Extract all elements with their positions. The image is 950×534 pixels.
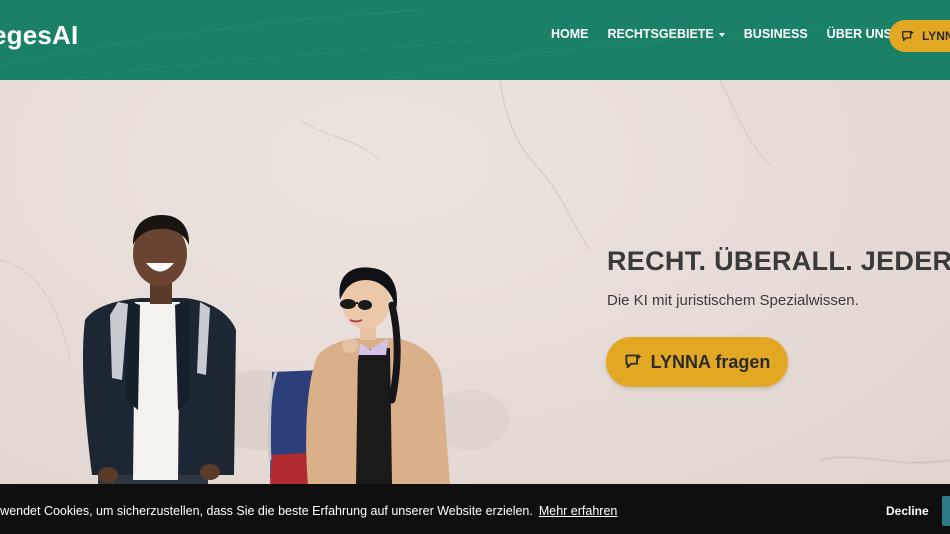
hero-subline: Die KI mit juristischem Spezialwissen.: [607, 292, 859, 309]
cookie-learn-more-link[interactable]: Mehr erfahren: [539, 504, 618, 518]
site-logo[interactable]: egesAI: [0, 20, 78, 51]
nav-rechtsgebiete[interactable]: RECHTSGEBIETE: [608, 27, 725, 41]
cookie-banner: rwendet Cookies, um sicherzustellen, das…: [0, 484, 950, 534]
hero-photo: [0, 80, 950, 484]
nav-rechtsgebiete-label: RECHTSGEBIETE: [607, 27, 714, 41]
nav-business-label: BUSINESS: [743, 27, 808, 41]
caret-down-icon: [718, 32, 725, 37]
hero-section: RECHT. ÜBERALL. JEDERZE Die KI mit juris…: [0, 80, 950, 484]
chat-sparkle-icon: [902, 29, 915, 41]
chat-sparkle-icon: [625, 353, 642, 369]
lynna-fragen-label: LYNNA fragen: [650, 351, 771, 372]
cookie-decline-button[interactable]: Decline: [886, 504, 929, 518]
nav-lynna-label: LYNN: [922, 29, 950, 43]
hero-headline: RECHT. ÜBERALL. JEDERZE: [607, 246, 950, 276]
lynna-fragen-button[interactable]: LYNNA fragen: [606, 337, 788, 387]
navbar: egesAI HOME RECHTSGEBIETE BUSINESS ÜBER …: [0, 0, 950, 80]
cookie-message: rwendet Cookies, um sicherzustellen, das…: [0, 504, 617, 518]
nav-ueber-uns-label: ÜBER UNS: [826, 27, 892, 41]
nav-ueber-uns[interactable]: ÜBER UNS: [827, 27, 892, 41]
nav-business[interactable]: BUSINESS: [744, 27, 808, 41]
cookie-accept-button[interactable]: [942, 496, 950, 526]
nav-home-label: HOME: [551, 27, 589, 41]
nav-home[interactable]: HOME: [551, 27, 589, 41]
nav-lynna-button[interactable]: LYNN: [889, 20, 950, 52]
main-menu: HOME RECHTSGEBIETE BUSINESS ÜBER UNS: [551, 27, 911, 41]
cookie-message-text: rwendet Cookies, um sicherzustellen, das…: [0, 504, 533, 518]
